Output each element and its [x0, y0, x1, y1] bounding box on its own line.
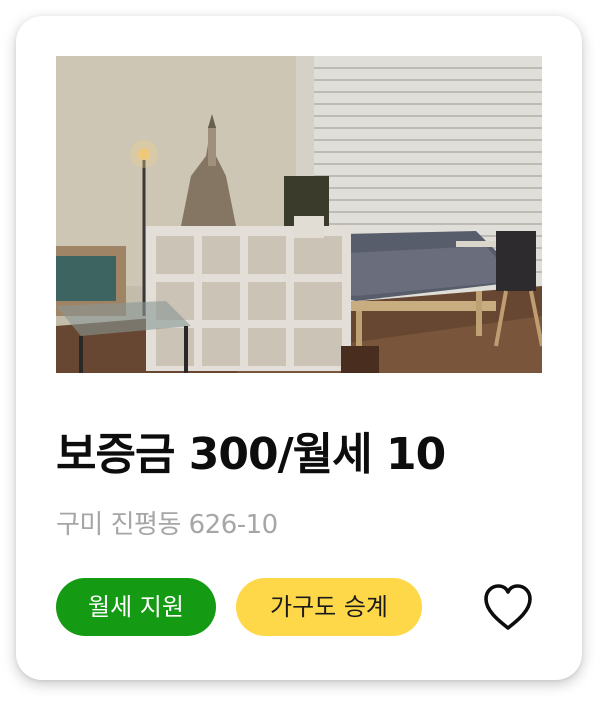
price-title: 보증금 300/월세 10	[56, 429, 446, 480]
tag-rent-support: 월세 지원	[56, 578, 216, 636]
listing-card[interactable]: 보증금 300/월세 10 구미 진평동 626-10 월세 지원 가구도 승계	[16, 16, 582, 680]
room-photo	[56, 56, 542, 373]
listing-address: 구미 진평동 626-10	[56, 510, 278, 540]
tag-furniture-transfer: 가구도 승계	[236, 578, 422, 636]
heart-outline-icon[interactable]	[480, 580, 536, 636]
